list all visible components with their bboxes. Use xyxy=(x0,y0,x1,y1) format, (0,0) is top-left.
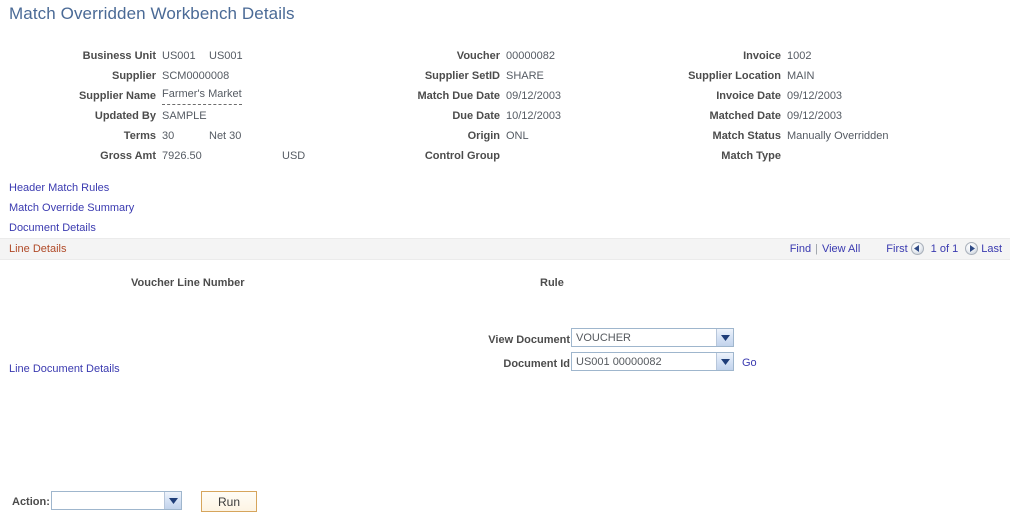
field-value-match-due-date: 09/12/2003 xyxy=(506,90,562,102)
field-label-supplier-name: Supplier Name xyxy=(78,90,156,102)
field-value-invoice: 1002 xyxy=(787,50,812,62)
field-label-matched-date: Matched Date xyxy=(709,110,781,122)
field-value-currency: USD xyxy=(282,150,306,162)
field-label-updated-by: Updated By xyxy=(94,110,156,122)
field-label-invoice-date: Invoice Date xyxy=(716,90,781,102)
row-counter: 1 of 1 xyxy=(930,243,959,255)
field-value-gross-amt: 7926.50 xyxy=(162,150,202,162)
action-select[interactable] xyxy=(51,491,182,510)
link-header-match-rules[interactable]: Header Match Rules xyxy=(9,178,109,198)
line-details-band: Line Details Find | View All First 1 of … xyxy=(0,238,1010,260)
field-label-supplier-setid: Supplier SetID xyxy=(424,70,500,82)
view-document-select[interactable]: VOUCHER xyxy=(571,328,734,347)
page-title: Match Overridden Workbench Details xyxy=(9,4,295,23)
field-label-supplier-location: Supplier Location xyxy=(688,70,781,82)
field-value-supplier-location: MAIN xyxy=(787,70,815,82)
field-value-updated-by: SAMPLE xyxy=(162,110,207,122)
link-line-details[interactable]: Line Details xyxy=(9,239,66,259)
field-label-view-document: View Document xyxy=(488,334,570,346)
field-value-voucher: 00000082 xyxy=(506,50,555,62)
run-button[interactable]: Run xyxy=(201,491,257,512)
field-label-document-id: Document Id xyxy=(503,358,570,370)
chevron-down-icon[interactable] xyxy=(716,353,733,370)
column-header-rule: Rule xyxy=(540,277,564,289)
field-label-invoice: Invoice xyxy=(743,50,781,62)
field-label-match-due-date: Match Due Date xyxy=(417,90,500,102)
field-label-terms: Terms xyxy=(123,130,156,142)
column-header-voucher-line-number: Voucher Line Number xyxy=(131,277,245,289)
field-value-terms: 30 xyxy=(162,130,175,142)
field-value-supplier: SCM0000008 xyxy=(162,70,230,82)
field-label-gross-amt: Gross Amt xyxy=(100,150,156,162)
field-value-origin: ONL xyxy=(506,130,529,142)
find-link[interactable]: Find xyxy=(790,239,811,259)
field-value-due-date: 10/12/2003 xyxy=(506,110,562,122)
first-link[interactable]: First xyxy=(886,239,907,259)
field-value-match-status: Manually Overridden xyxy=(787,130,889,142)
link-match-override-summary[interactable]: Match Override Summary xyxy=(9,198,134,218)
nav-separator: | xyxy=(815,243,818,255)
previous-arrow-icon[interactable] xyxy=(910,241,924,255)
field-label-business-unit: Business Unit xyxy=(82,50,156,62)
next-arrow-icon[interactable] xyxy=(965,241,979,255)
field-label-origin: Origin xyxy=(467,130,500,142)
document-id-select[interactable]: US001 00000082 xyxy=(571,352,734,371)
last-link[interactable]: Last xyxy=(981,239,1002,259)
field-value-supplier-name: Farmer's Market xyxy=(162,86,242,105)
field-value-invoice-date: 09/12/2003 xyxy=(787,90,843,102)
field-value-business-unit-desc: US001 xyxy=(209,50,243,62)
view-all-link[interactable]: View All xyxy=(822,239,860,259)
action-label: Action: xyxy=(12,496,50,508)
field-value-business-unit: US001 xyxy=(162,50,196,62)
field-value-supplier-setid: SHARE xyxy=(506,70,544,82)
link-line-document-details[interactable]: Line Document Details xyxy=(9,359,120,379)
field-label-match-status: Match Status xyxy=(712,130,781,142)
chevron-down-icon[interactable] xyxy=(164,492,181,509)
grid-navigation: Find | View All First 1 of 1 Last xyxy=(790,239,1002,259)
document-id-select-value: US001 00000082 xyxy=(576,355,662,368)
field-label-match-type: Match Type xyxy=(721,150,781,162)
field-value-matched-date: 09/12/2003 xyxy=(787,110,843,122)
field-label-voucher: Voucher xyxy=(456,50,500,62)
go-link[interactable]: Go xyxy=(742,354,757,372)
chevron-down-icon[interactable] xyxy=(716,329,733,346)
field-label-due-date: Due Date xyxy=(452,110,500,122)
field-value-terms-desc: Net 30 xyxy=(209,130,242,142)
header-field-grid: Business Unit US001 US001 Supplier SCM00… xyxy=(0,46,1010,166)
link-document-details[interactable]: Document Details xyxy=(9,218,96,238)
field-label-control-group: Control Group xyxy=(424,150,500,162)
view-document-select-value: VOUCHER xyxy=(576,331,632,344)
field-label-supplier: Supplier xyxy=(111,70,156,82)
